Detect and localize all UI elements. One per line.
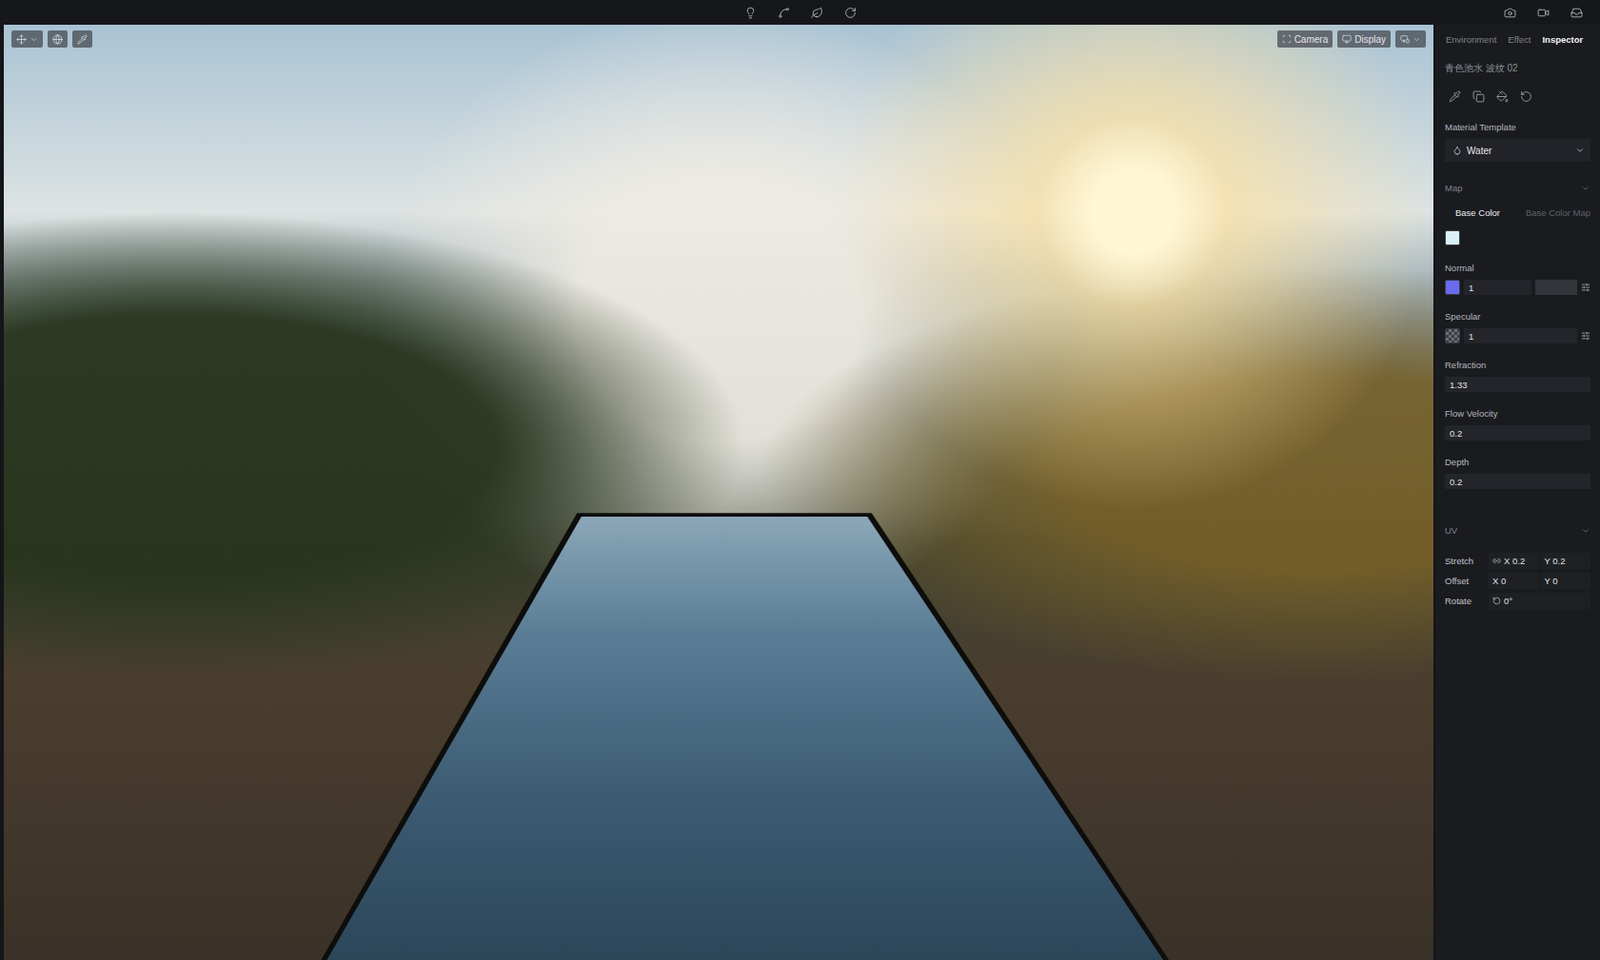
field-label: Normal (1444, 262, 1591, 274)
map-field: Specular 1 (1444, 311, 1591, 344)
field-input[interactable]: 1 (1463, 279, 1532, 296)
map-section-header[interactable]: Map (1444, 182, 1591, 194)
chevron-down-icon[interactable] (1580, 183, 1591, 194)
uv-section-header[interactable]: UV (1444, 525, 1591, 536)
camera-button[interactable]: Camera (1277, 30, 1334, 48)
uv-y-input[interactable]: Y 0.2 (1540, 553, 1592, 570)
transform-button[interactable] (11, 30, 43, 48)
paint-bucket-icon[interactable] (1496, 90, 1509, 103)
uv-label: Rotate (1444, 595, 1487, 607)
chevron-down-icon[interactable] (1580, 526, 1591, 536)
texture-swatch[interactable] (1444, 328, 1461, 344)
field-input[interactable]: 0.2 (1444, 425, 1591, 441)
field-label: Material Template (1444, 121, 1591, 133)
export-icon[interactable] (1570, 6, 1583, 20)
uv-x-input[interactable]: X 0 (1488, 572, 1540, 590)
rotate-icon[interactable] (1492, 596, 1502, 606)
panel-tabs: Environment Effect Inspector (1444, 34, 1591, 48)
droplet-icon[interactable] (1452, 145, 1462, 156)
pool-water[interactable] (3, 24, 1434, 960)
field-label: Specular (1444, 311, 1591, 322)
map-tab[interactable]: Base Color Map (1525, 207, 1591, 218)
refresh-icon[interactable] (844, 6, 857, 20)
lightbulb-icon[interactable] (744, 6, 757, 20)
uv-row: OffsetX 0Y 0 (1444, 572, 1591, 590)
layout-button[interactable] (1395, 30, 1426, 48)
devices-icon[interactable] (1400, 34, 1410, 44)
viewport-tools (11, 30, 93, 48)
link-icon[interactable] (1492, 556, 1502, 566)
capture-tools (1503, 0, 1583, 25)
path-icon[interactable] (777, 6, 791, 20)
panel-tab[interactable]: Environment (1445, 34, 1497, 48)
field-label: Depth (1444, 456, 1591, 468)
viewport-options: CameraDisplay (1277, 30, 1426, 48)
color-swatch[interactable] (1444, 279, 1461, 296)
uv-label: Stretch (1444, 555, 1487, 567)
map-tab[interactable]: Base Color (1455, 207, 1501, 218)
globe-icon[interactable] (52, 34, 63, 45)
top-bar (0, 0, 1600, 25)
copy-icon[interactable] (1472, 90, 1485, 103)
pipette-icon[interactable] (1448, 90, 1462, 103)
camera-icon[interactable] (1503, 6, 1517, 20)
map-tabs: Base Color Base Color Map (1444, 207, 1591, 218)
scan-icon[interactable] (1282, 34, 1292, 44)
picker-button[interactable] (72, 30, 93, 48)
field-input[interactable]: 0.2 (1444, 474, 1591, 490)
base-color (1444, 230, 1591, 246)
uv-x-input[interactable]: X 0.2 (1488, 553, 1540, 570)
material-title: 青色池水 波纹 02 (1444, 61, 1591, 76)
map-field: Normal 1 (1444, 262, 1591, 296)
uv-y-input[interactable]: Y 0 (1540, 572, 1592, 590)
uv-row: Rotate0° (1444, 592, 1591, 610)
field-label: Refraction (1444, 359, 1591, 371)
reset-icon[interactable] (1520, 90, 1533, 103)
inspector-panel: Environment Effect Inspector 青色池水 波纹 02 Mate… (1435, 24, 1600, 960)
globe-button[interactable] (47, 30, 68, 48)
adjust-icon[interactable] (1580, 282, 1591, 293)
uv-row: StretchX 0.2Y 0.2 (1444, 553, 1591, 570)
field-row: 1 (1444, 279, 1591, 296)
base-color-swatch[interactable] (1444, 230, 1461, 246)
workspace: CameraDisplay Environment Effect Inspector 青… (0, 24, 1600, 960)
viewport-render[interactable]: CameraDisplay (3, 24, 1434, 960)
material-actions (1444, 90, 1591, 103)
map-field: Depth 0.2 (1444, 456, 1591, 490)
display-button[interactable]: Display (1337, 30, 1391, 48)
panel-tab[interactable]: Effect (1507, 34, 1531, 48)
field-input[interactable]: 1.33 (1444, 376, 1591, 393)
pipette-icon[interactable] (77, 34, 88, 45)
panel-tab[interactable]: Inspector (1541, 34, 1583, 48)
uv-label: Offset (1444, 575, 1487, 587)
video-icon[interactable] (1537, 6, 1550, 20)
leaf-icon[interactable] (810, 6, 824, 20)
uv-rotate-input[interactable]: 0° (1488, 592, 1591, 610)
material-template: Material Template Water (1444, 121, 1591, 162)
field-input[interactable]: 1 (1463, 328, 1578, 344)
template-select[interactable]: Water (1444, 138, 1591, 162)
chevron-down-icon[interactable] (29, 35, 39, 44)
field-row: 0.2 (1444, 474, 1591, 490)
field-label: Flow Velocity (1444, 408, 1591, 419)
field-row: 1 (1444, 328, 1591, 344)
chevron-down-icon[interactable] (1412, 35, 1422, 44)
field-row: 0.2 (1444, 425, 1591, 441)
adjust-icon[interactable] (1580, 331, 1591, 341)
map-field: Refraction 1.33 (1444, 359, 1591, 393)
chevron-down-icon[interactable] (1575, 145, 1585, 156)
field-row: 1.33 (1444, 376, 1591, 393)
monitor-icon[interactable] (1342, 34, 1352, 44)
uv-fields: StretchX 0.2Y 0.2 OffsetX 0Y 0 Rotate0° (1444, 553, 1591, 610)
tool-group (744, 6, 857, 20)
move-icon[interactable] (16, 34, 27, 45)
app: CameraDisplay Environment Effect Inspector 青… (0, 0, 1600, 960)
texture-slot[interactable] (1535, 279, 1578, 296)
map-field: Flow Velocity 0.2 (1444, 408, 1591, 441)
